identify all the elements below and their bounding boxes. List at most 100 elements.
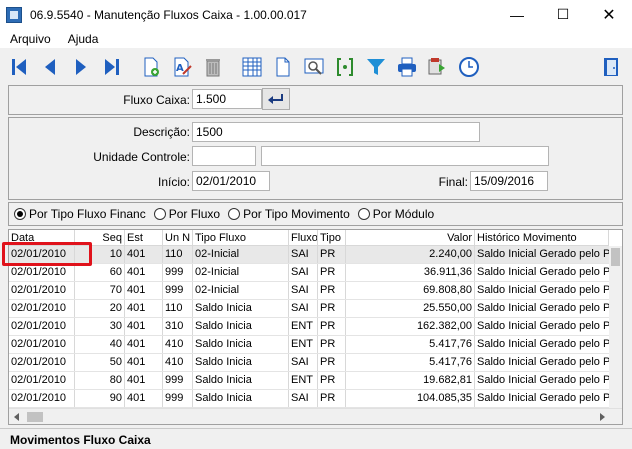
- col-header-est[interactable]: Est: [125, 230, 163, 246]
- exit-button[interactable]: [598, 53, 624, 81]
- cell-un: 310: [163, 318, 193, 335]
- radio-dot: [228, 208, 241, 220]
- radio-label: Por Fluxo: [168, 207, 221, 221]
- table-row[interactable]: 02/01/2010 70 401 999 02-Inicial SAI PR 69.808,…: [9, 282, 609, 300]
- col-header-tipo-fluxo[interactable]: Tipo Fluxo: [193, 230, 289, 246]
- filter-button[interactable]: [363, 53, 389, 81]
- export-button[interactable]: [425, 53, 451, 81]
- radio-por-modulo[interactable]: Por Módulo: [357, 207, 434, 221]
- cell-valor: 162.382,00: [346, 318, 475, 335]
- print-button[interactable]: [394, 53, 420, 81]
- unidade-code-input[interactable]: [192, 146, 256, 166]
- col-header-valor[interactable]: Valor: [346, 230, 475, 246]
- final-date-input[interactable]: 15/09/2016: [470, 171, 548, 191]
- menu-ajuda[interactable]: Ajuda: [58, 32, 106, 46]
- status-bar: Movimentos Fluxo Caixa: [0, 428, 632, 449]
- trash-icon: [206, 58, 220, 76]
- cell-historico: Saldo Inicial Gerado pelo Program: [477, 356, 609, 368]
- new-document-icon: [144, 57, 159, 76]
- descricao-input[interactable]: 1500: [192, 122, 480, 142]
- grouping-radio-group: Por Tipo Fluxo Financ Por Fluxo Por Tipo…: [14, 207, 442, 221]
- cell-tipo: PR: [318, 282, 346, 299]
- scroll-right-icon[interactable]: [600, 413, 605, 421]
- cell-seq: 50: [75, 354, 125, 371]
- next-record-button[interactable]: [68, 53, 94, 81]
- table-row[interactable]: 02/01/2010 30 401 310 Saldo Inicia ENT PR 162.3…: [9, 318, 609, 336]
- cell-data: 02/01/2010: [9, 318, 75, 335]
- code-button[interactable]: [332, 53, 358, 81]
- radio-dot: [357, 208, 370, 220]
- highlight-box: [2, 242, 92, 266]
- unidade-name-input[interactable]: [261, 146, 549, 166]
- cell-fluxo: SAI: [289, 282, 318, 299]
- preview-icon: [304, 58, 324, 75]
- cell-historico: Saldo Inicial Gerado pelo Program: [477, 320, 609, 332]
- cell-seq: 20: [75, 300, 125, 317]
- cell-data: 02/01/2010: [9, 390, 75, 407]
- horizontal-scrollbar[interactable]: [9, 408, 622, 424]
- cell-data: 02/01/2010: [9, 300, 75, 317]
- first-record-button[interactable]: [6, 53, 32, 81]
- table-row[interactable]: 02/01/2010 40 401 410 Saldo Inicia ENT PR 5.417…: [9, 336, 609, 354]
- schedule-button[interactable]: [456, 53, 482, 81]
- inicio-date-input[interactable]: 02/01/2010: [192, 171, 270, 191]
- previous-record-button[interactable]: [37, 53, 63, 81]
- preview-button[interactable]: [301, 53, 327, 81]
- cell-est: 401: [125, 318, 163, 335]
- last-icon: [105, 58, 119, 75]
- cell-tipo: PR: [318, 300, 346, 317]
- cell-valor: 104.085,35: [346, 390, 475, 407]
- last-record-button[interactable]: [99, 53, 125, 81]
- edit-record-button[interactable]: A: [169, 53, 195, 81]
- table-row[interactable]: 02/01/2010 10 401 110 02-Inicial SAI PR 2.240,0…: [9, 246, 609, 264]
- fluxo-caixa-input[interactable]: 1.500: [192, 89, 262, 109]
- scroll-left-icon[interactable]: [14, 413, 19, 421]
- filter-icon: [367, 58, 385, 75]
- confirm-button[interactable]: [262, 88, 290, 110]
- cell-fluxo: ENT: [289, 336, 318, 353]
- movimentos-grid[interactable]: Data Seq Est Un N Tipo Fluxo Fluxo Tipo …: [8, 229, 623, 425]
- vertical-scroll-thumb[interactable]: [611, 248, 620, 266]
- final-label: Final:: [438, 175, 468, 189]
- table-row[interactable]: 02/01/2010 80 401 999 Saldo Inicia ENT PR 19.68…: [9, 372, 609, 390]
- minimize-button[interactable]: —: [494, 0, 540, 29]
- export-icon: [428, 57, 445, 74]
- menu-arquivo[interactable]: Arquivo: [0, 32, 58, 46]
- radio-tipo-fluxo-financ[interactable]: Por Tipo Fluxo Financ: [14, 207, 146, 221]
- cell-un: 999: [163, 390, 193, 407]
- col-header-fluxo[interactable]: Fluxo: [289, 230, 318, 246]
- new-record-button[interactable]: [138, 53, 164, 81]
- col-header-un[interactable]: Un N: [163, 230, 193, 246]
- table-row[interactable]: 02/01/2010 90 401 999 Saldo Inicia SAI PR 104.0…: [9, 390, 609, 408]
- document-button[interactable]: [270, 53, 296, 81]
- vertical-scrollbar[interactable]: [609, 246, 622, 408]
- unidade-controle-label: Unidade Controle:: [93, 150, 190, 164]
- next-icon: [76, 58, 86, 75]
- table-row[interactable]: 02/01/2010 50 401 410 Saldo Inicia SAI PR 5.417…: [9, 354, 609, 372]
- cell-historico: Saldo Inicial Gerado pelo Program: [477, 374, 609, 386]
- printer-icon: [398, 57, 416, 76]
- radio-por-fluxo[interactable]: Por Fluxo: [153, 207, 221, 221]
- col-header-historico[interactable]: Histórico Movimento: [475, 230, 609, 246]
- table-row[interactable]: 02/01/2010 20 401 110 Saldo Inicia SAI PR 25.55…: [9, 300, 609, 318]
- horizontal-scroll-thumb[interactable]: [27, 412, 43, 422]
- radio-tipo-movimento[interactable]: Por Tipo Movimento: [228, 207, 350, 221]
- cell-fluxo: SAI: [289, 354, 318, 371]
- cell-tipo-fluxo: 02-Inicial: [193, 282, 289, 299]
- cell-tipo-fluxo: Saldo Inicia: [193, 372, 289, 389]
- grid-view-button[interactable]: [239, 53, 265, 81]
- table-row[interactable]: 02/01/2010 60 401 999 02-Inicial SAI PR 36.911,…: [9, 264, 609, 282]
- cell-est: 401: [125, 336, 163, 353]
- cell-tipo-fluxo: Saldo Inicia: [193, 318, 289, 335]
- cell-fluxo: SAI: [289, 390, 318, 407]
- cell-un: 999: [163, 264, 193, 281]
- clock-icon: [459, 56, 479, 77]
- maximize-button[interactable]: ☐: [540, 0, 586, 29]
- cell-tipo: PR: [318, 264, 346, 281]
- delete-record-button[interactable]: [200, 53, 226, 81]
- status-text: Movimentos Fluxo Caixa: [10, 433, 151, 447]
- edit-icon: A: [174, 57, 192, 76]
- col-header-tipo[interactable]: Tipo: [318, 230, 346, 246]
- close-button[interactable]: ✕: [586, 0, 632, 29]
- descricao-label: Descrição:: [133, 125, 190, 139]
